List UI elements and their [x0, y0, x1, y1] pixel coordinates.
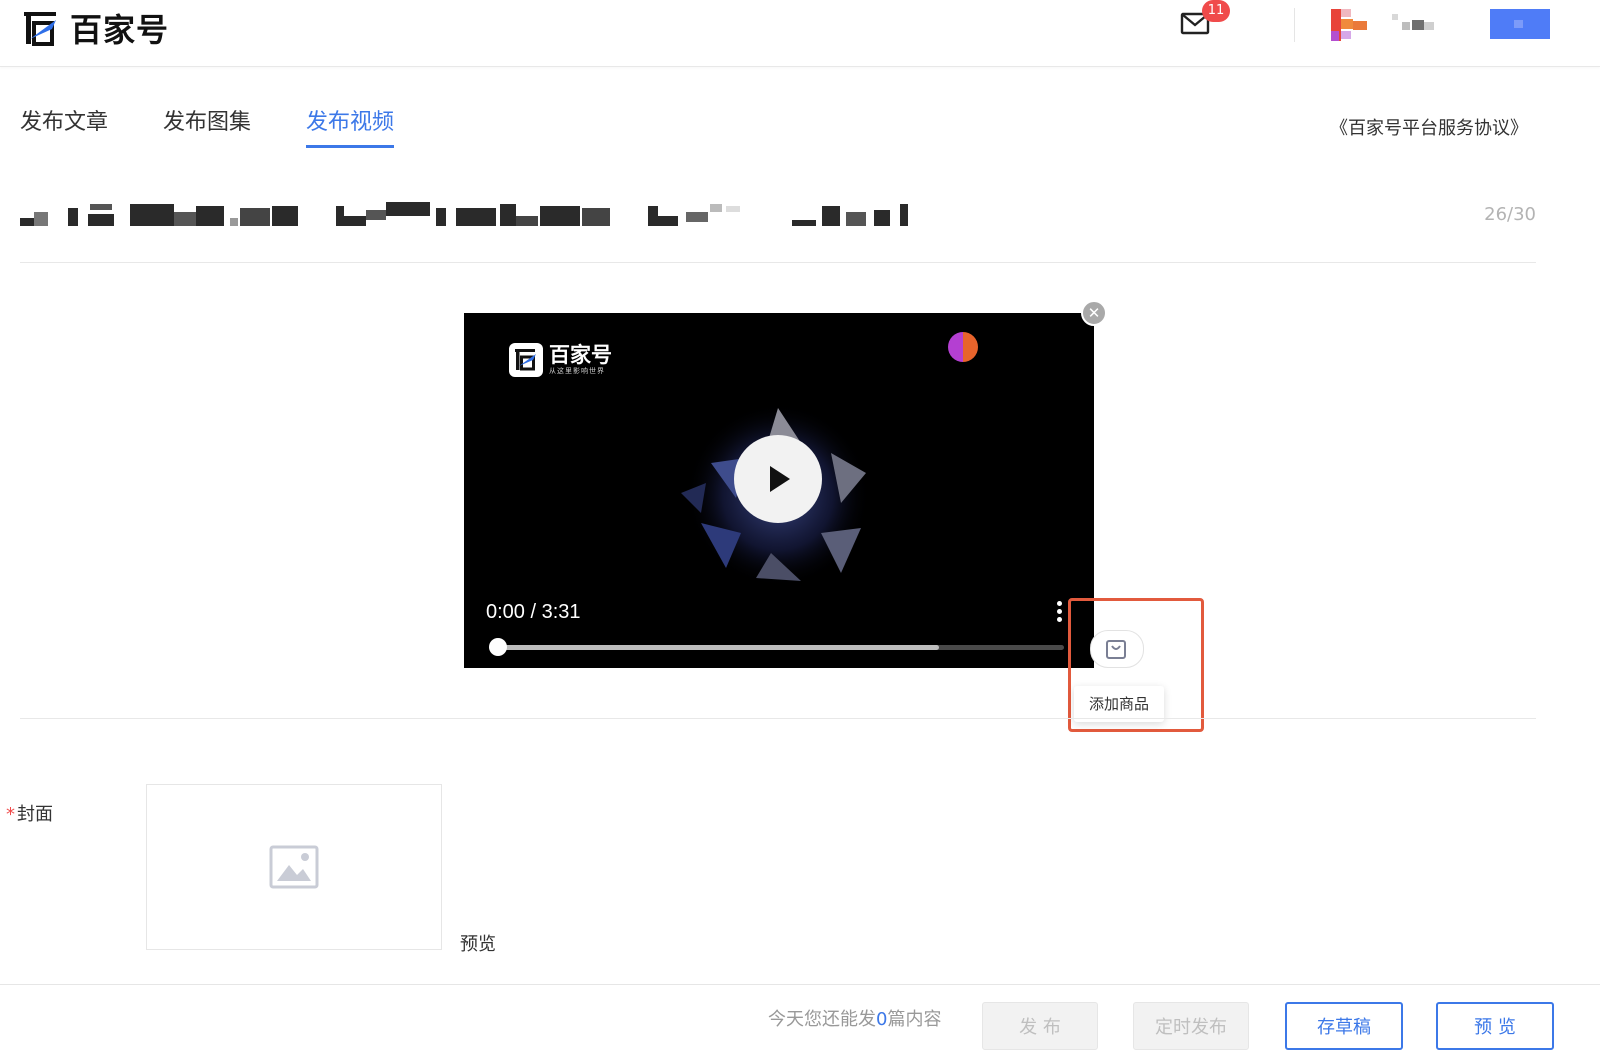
- title-input[interactable]: 26/30: [20, 190, 1536, 263]
- header-action-button[interactable]: [1490, 9, 1550, 39]
- brand-orb-icon: [948, 332, 978, 362]
- cover-preview-label: 预览: [460, 934, 496, 955]
- message-button[interactable]: 11: [1180, 0, 1230, 40]
- video-timecode: 0:00 / 3:31: [486, 601, 581, 623]
- video-buffer-fill: [496, 645, 940, 650]
- top-header: 百家号 11: [0, 0, 1600, 67]
- required-mark: *: [6, 804, 15, 825]
- watermark-slogan: 从这里影响世界: [549, 367, 605, 375]
- cover-upload[interactable]: [146, 784, 442, 950]
- more-options-icon[interactable]: [1055, 601, 1063, 627]
- save-draft-button[interactable]: 存草稿: [1285, 1002, 1403, 1050]
- tab-publish-video[interactable]: 发布视频: [306, 104, 395, 148]
- video-watermark-logo: 百家号 从这里影响世界: [509, 343, 612, 377]
- play-icon: [770, 466, 790, 492]
- publish-button[interactable]: 发 布: [982, 1002, 1098, 1050]
- watermark-logo-text: 百家号: [549, 343, 612, 367]
- play-button[interactable]: [734, 435, 822, 523]
- watermark-logo-icon: [509, 343, 543, 377]
- image-placeholder-icon: [269, 845, 319, 889]
- remove-video-button[interactable]: ✕: [1081, 300, 1107, 326]
- scheduled-publish-button[interactable]: 定时发布: [1133, 1002, 1249, 1050]
- logo-text: 百家号: [70, 11, 170, 49]
- header-divider: [1294, 8, 1295, 42]
- tab-publish-gallery[interactable]: 发布图集: [163, 104, 251, 136]
- quota-count: 0: [876, 1009, 888, 1030]
- video-progress-bar[interactable]: [496, 645, 1064, 650]
- action-footer: 今天您还能发0篇内容 发 布 定时发布 存草稿 预 览: [0, 984, 1600, 1056]
- quota-prefix: 今天您还能发: [768, 1009, 876, 1030]
- unread-count-badge: 11: [1202, 0, 1230, 22]
- tab-publish-article[interactable]: 发布文章: [20, 104, 108, 136]
- baijiahao-logo-icon: [24, 12, 56, 46]
- video-player[interactable]: 百家号 从这里影响世界 0:00 / 3:31: [464, 313, 1094, 668]
- user-avatar[interactable]: [1331, 9, 1371, 41]
- cover-label-text: 封面: [17, 804, 53, 825]
- active-tab-indicator: [306, 145, 395, 148]
- service-agreement-link[interactable]: 《百家号平台服务协议》: [1330, 114, 1528, 140]
- progress-handle[interactable]: [489, 638, 507, 656]
- user-name-blurred[interactable]: [1392, 12, 1440, 34]
- add-goods-tooltip: 添加商品: [1074, 686, 1164, 722]
- close-icon: ✕: [1087, 304, 1101, 322]
- section-divider: [20, 718, 1536, 719]
- shopping-bag-icon: [1106, 640, 1126, 659]
- tab-publish-video-label: 发布视频: [306, 110, 395, 135]
- cover-label: * 封面: [6, 800, 53, 826]
- preview-button[interactable]: 预 览: [1436, 1002, 1554, 1050]
- add-goods-button[interactable]: [1090, 630, 1144, 668]
- title-text-pixelated: [20, 202, 908, 226]
- publish-quota: 今天您还能发0篇内容: [768, 1005, 941, 1031]
- title-char-count: 26/30: [1484, 204, 1536, 225]
- baijiahao-logo[interactable]: 百家号: [22, 8, 170, 49]
- quota-suffix: 篇内容: [887, 1009, 942, 1030]
